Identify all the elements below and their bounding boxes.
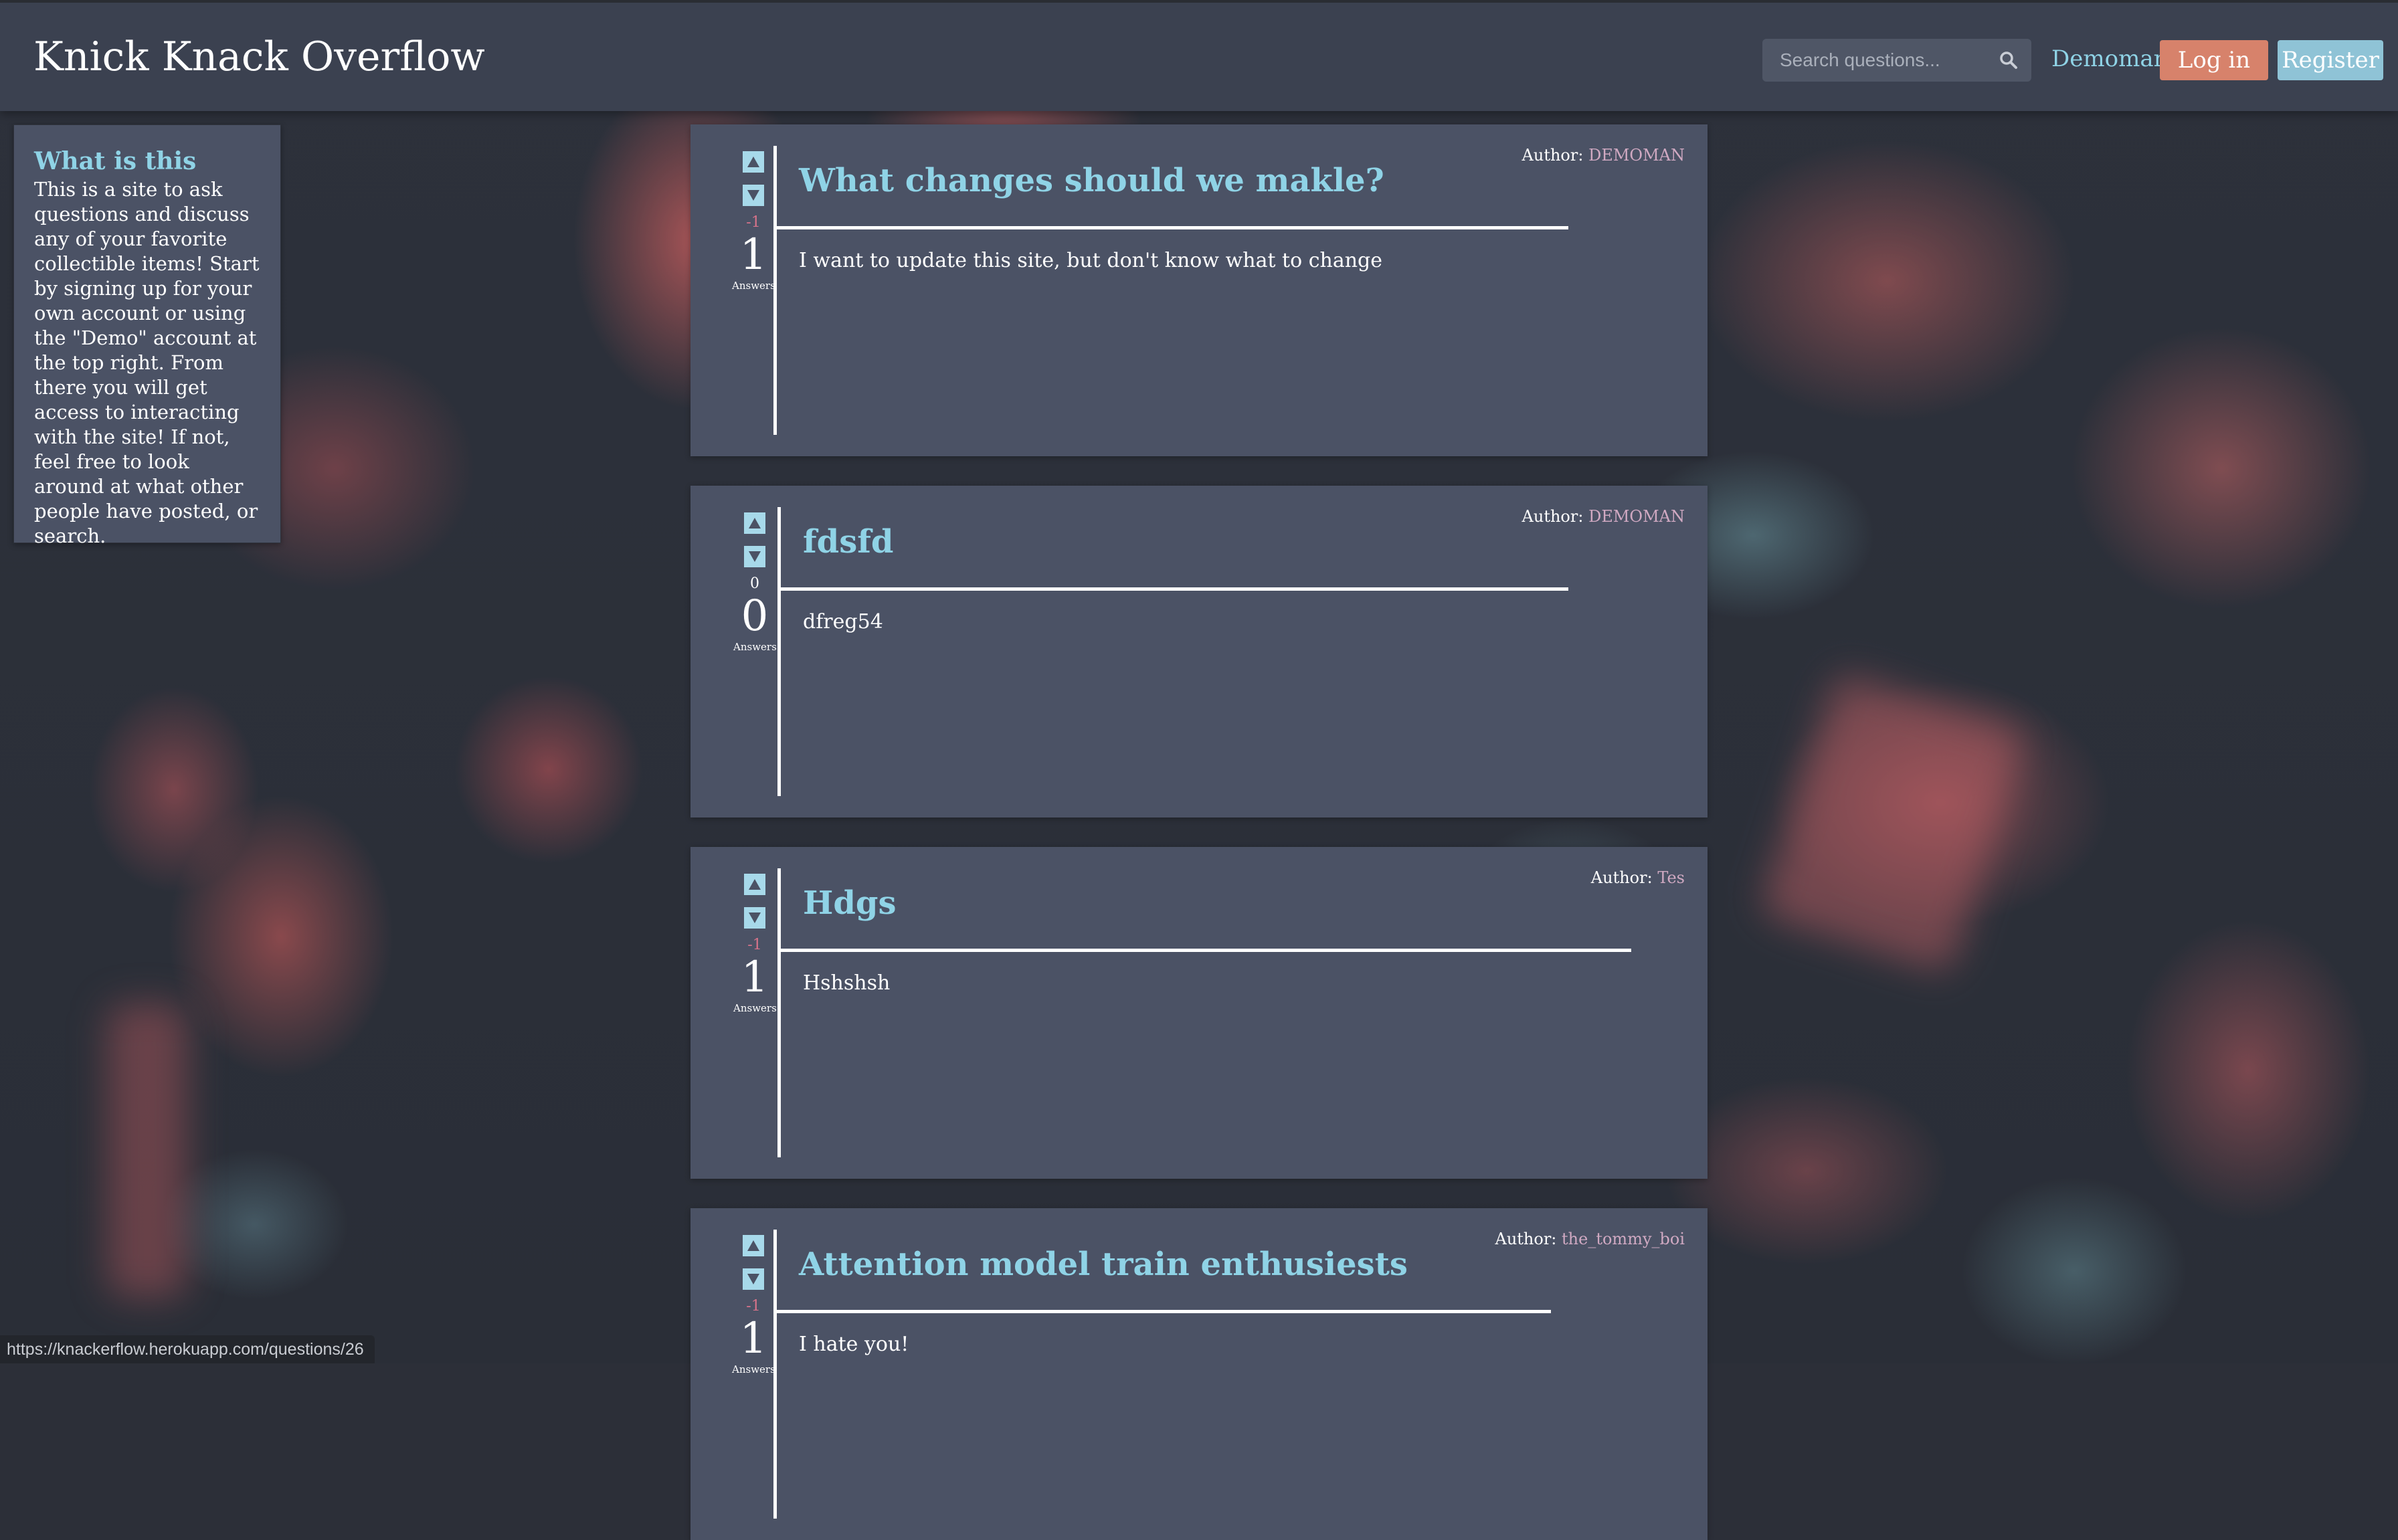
vote-score: -1: [746, 1298, 761, 1315]
info-panel: What is this This is a site to ask quest…: [13, 124, 281, 547]
vote-column: -1 1 Answers: [732, 151, 775, 292]
register-button[interactable]: Register: [2278, 40, 2383, 80]
author-name-link[interactable]: the_tommy_boi: [1562, 1230, 1685, 1248]
answers-label: Answers: [732, 1363, 775, 1375]
question-title-link[interactable]: fdsfd: [803, 523, 893, 561]
title-rule: [777, 587, 1568, 591]
question-body: I want to update this site, but don't kn…: [799, 249, 1382, 272]
upvote-arrow-icon[interactable]: [744, 512, 765, 534]
question-card: 0 0 Answers Author: DEMOMAN fdsfd dfreg5…: [690, 486, 1708, 817]
author-label: Author:: [1495, 1230, 1557, 1248]
info-title: What is this: [34, 147, 197, 175]
user-link-demoman[interactable]: Demoman: [2051, 45, 2169, 72]
answer-count: 1: [739, 230, 767, 280]
navbar: Knick Knack Overflow Demoman Log in Regi…: [0, 0, 2398, 111]
search-box: [1762, 39, 2031, 82]
vote-score: -1: [746, 214, 761, 231]
author-name-link[interactable]: Tes: [1657, 868, 1685, 887]
upvote-arrow-icon[interactable]: [744, 874, 765, 895]
title-rule: [777, 949, 1631, 952]
author-label: Author:: [1521, 507, 1584, 526]
vote-column: 0 0 Answers: [733, 512, 777, 653]
vote-column: -1 1 Answers: [732, 1235, 775, 1375]
question-card: -1 1 Answers Author: DEMOMAN What change…: [690, 124, 1708, 456]
question-title-link[interactable]: Hdgs: [803, 884, 897, 922]
search-input[interactable]: [1762, 39, 1983, 82]
title-rule: [773, 1310, 1551, 1313]
question-card: -1 1 Answers Author: the_tommy_boi Atten…: [690, 1208, 1708, 1540]
author-label: Author:: [1590, 868, 1653, 887]
question-title-link[interactable]: Attention model train enthusiests: [799, 1246, 1408, 1283]
card-divider: [773, 146, 777, 435]
vote-score: 0: [750, 575, 759, 592]
author-name-link[interactable]: DEMOMAN: [1588, 507, 1685, 526]
downvote-arrow-icon[interactable]: [743, 1268, 764, 1290]
author-line: Author: DEMOMAN: [1522, 146, 1685, 165]
question-body: Hshshsh: [803, 971, 891, 995]
upvote-arrow-icon[interactable]: [743, 151, 764, 173]
info-body: This is a site to ask questions and disc…: [34, 178, 260, 547]
card-divider: [777, 868, 781, 1157]
status-bar-url: https://knackerflow.herokuapp.com/questi…: [0, 1335, 375, 1363]
question-title-link[interactable]: What changes should we makle?: [799, 162, 1384, 199]
answers-label: Answers: [732, 280, 775, 292]
vote-score: -1: [747, 937, 762, 953]
question-body: dfreg54: [803, 610, 883, 634]
vote-column: -1 1 Answers: [733, 874, 777, 1014]
search-icon[interactable]: [1998, 50, 2019, 71]
downvote-arrow-icon[interactable]: [744, 546, 765, 567]
card-divider: [777, 507, 781, 796]
answer-count: 1: [739, 1314, 767, 1363]
question-card: -1 1 Answers Author: Tes Hdgs Hshshsh: [690, 847, 1708, 1179]
answer-count: 0: [741, 591, 769, 641]
downvote-arrow-icon[interactable]: [744, 907, 765, 929]
author-line: Author: the_tommy_boi: [1495, 1230, 1685, 1248]
title-rule: [773, 226, 1568, 229]
answer-count: 1: [741, 953, 769, 1002]
answers-label: Answers: [733, 1002, 777, 1014]
card-divider: [773, 1230, 777, 1519]
author-line: Author: Tes: [1591, 868, 1685, 887]
author-label: Author:: [1521, 146, 1584, 165]
author-line: Author: DEMOMAN: [1522, 507, 1685, 526]
question-body: I hate you!: [799, 1333, 909, 1356]
site-title[interactable]: Knick Knack Overflow: [33, 33, 485, 80]
author-name-link[interactable]: DEMOMAN: [1588, 146, 1685, 165]
answers-label: Answers: [733, 641, 777, 653]
login-button[interactable]: Log in: [2160, 40, 2268, 80]
upvote-arrow-icon[interactable]: [743, 1235, 764, 1256]
downvote-arrow-icon[interactable]: [743, 185, 764, 206]
